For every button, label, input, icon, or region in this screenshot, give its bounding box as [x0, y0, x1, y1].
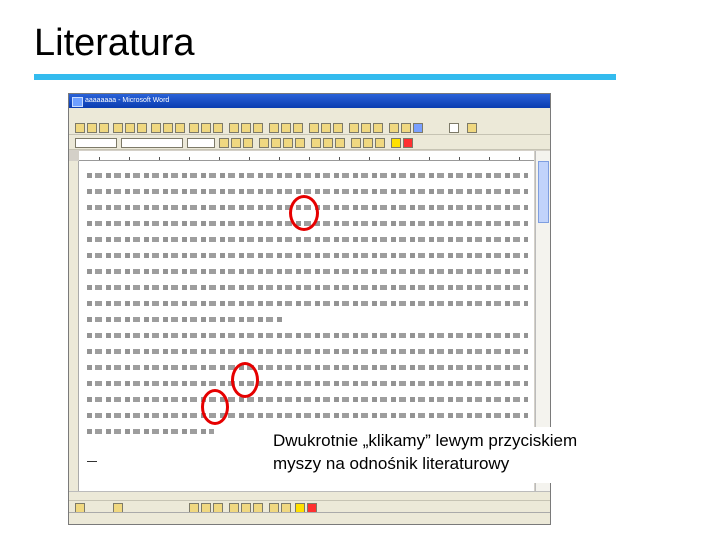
reference-circle-2	[231, 362, 259, 398]
instruction-callout: Dwukrotnie „klikamy” lewym przyciskiem m…	[267, 427, 719, 483]
horizontal-ruler	[79, 151, 534, 161]
vertical-ruler	[69, 161, 79, 491]
menu-bar[interactable]	[69, 108, 550, 120]
callout-line-2: myszy na odnośnik literaturowy	[273, 454, 510, 473]
reference-circle-1	[289, 195, 319, 231]
window-titlebar: aaaaaaaa - Microsoft Word	[69, 94, 550, 108]
formatting-toolbar[interactable]	[69, 135, 550, 150]
window-title: aaaaaaaa - Microsoft Word	[85, 97, 170, 104]
title-underline	[34, 74, 616, 80]
standard-toolbar[interactable]	[69, 120, 550, 135]
status-bar	[69, 512, 550, 524]
slide-title: Literatura	[34, 22, 195, 64]
reference-circle-3	[201, 389, 229, 425]
callout-line-1: Dwukrotnie „klikamy” lewym przyciskiem	[273, 431, 578, 450]
word-app-icon	[72, 97, 83, 107]
